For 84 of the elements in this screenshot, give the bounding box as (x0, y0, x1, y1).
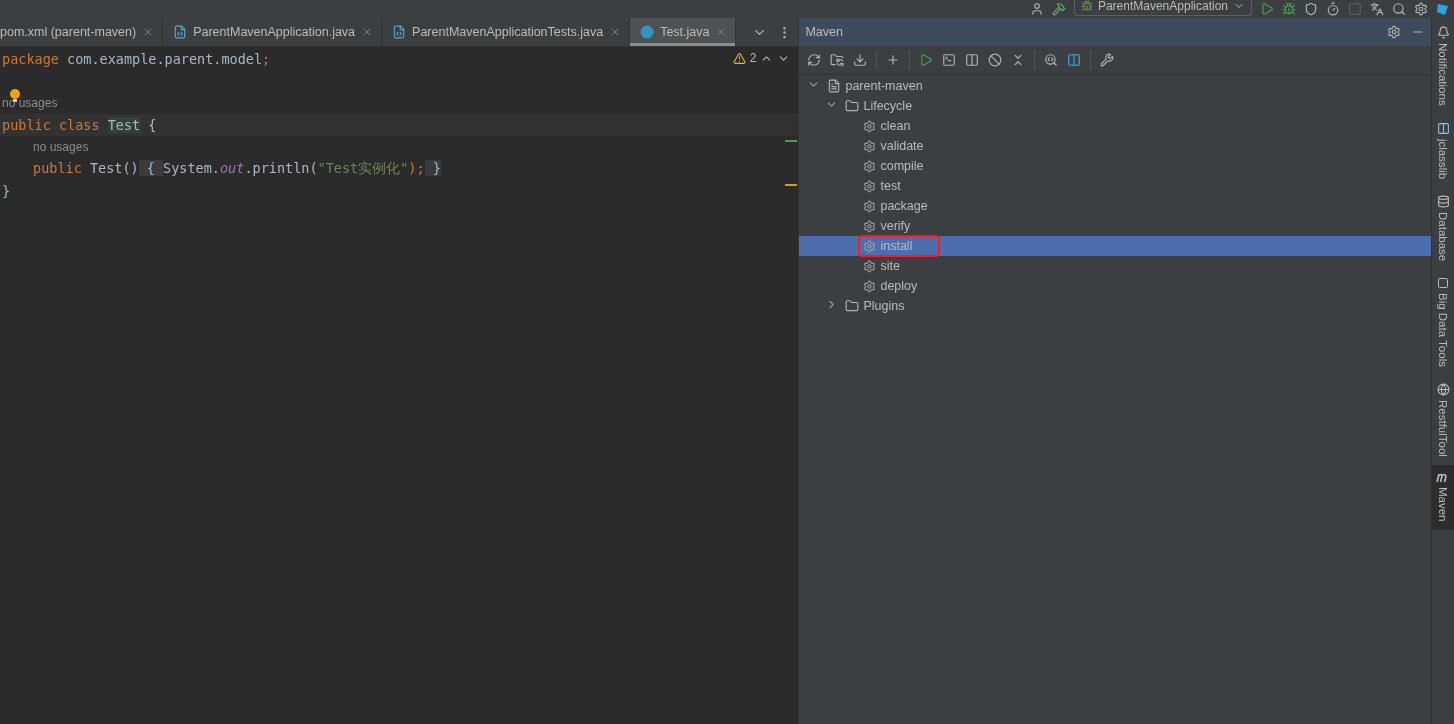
run-icon[interactable] (919, 53, 934, 67)
code-line: public class Test { (2, 117, 157, 133)
java-file-icon (173, 25, 188, 39)
tool-window-button[interactable]: Maven (1432, 465, 1454, 530)
tree-item[interactable]: Lifecycle (799, 96, 1431, 116)
tool-window-button[interactable]: Database (1432, 186, 1454, 270)
tree-item[interactable]: compile (799, 156, 1431, 176)
gear-icon (863, 179, 877, 193)
settings-icon[interactable] (1387, 25, 1401, 39)
warning-count[interactable]: 2 (749, 51, 757, 65)
tree-item[interactable]: clean (799, 116, 1431, 136)
skip-tests-icon[interactable] (988, 53, 1003, 67)
coverage-icon[interactable] (1304, 2, 1318, 16)
tree-label: install (880, 239, 913, 253)
debug-icon[interactable] (1282, 2, 1296, 16)
code-line: } (2, 183, 11, 199)
tree-label: validate (880, 139, 924, 153)
ide-logo-icon[interactable] (1436, 2, 1450, 16)
usage-hint[interactable]: no usages (33, 140, 89, 154)
tool-window-button[interactable]: RestfulTool (1432, 375, 1454, 465)
tree-item[interactable]: test (799, 176, 1431, 196)
download-icon[interactable] (853, 53, 868, 67)
tree-item[interactable]: site (799, 256, 1431, 276)
analyze-icon[interactable] (1044, 53, 1059, 67)
add-icon[interactable] (886, 53, 901, 67)
editor-tab[interactable]: pom.xml (parent-maven) (0, 18, 164, 46)
folder-icon (845, 299, 860, 313)
translate-icon[interactable] (1370, 2, 1384, 16)
code-line: package com.example.parent.model; (2, 51, 271, 67)
folder-icon (845, 99, 860, 113)
panel-title: Maven (805, 25, 844, 39)
square-icon (1437, 277, 1449, 290)
tree-label: clean (880, 119, 911, 133)
tree-label: deploy (880, 279, 918, 293)
user-icon[interactable] (1029, 2, 1044, 16)
tree-label: verify (880, 219, 911, 233)
search-icon[interactable] (1392, 2, 1406, 16)
tree-item[interactable]: parent-maven (799, 76, 1431, 96)
gear-icon (863, 259, 877, 273)
italic-m-icon (1436, 473, 1450, 483)
tree-item[interactable]: verify (799, 216, 1431, 236)
warning-icon (732, 51, 746, 65)
tree-label: Lifecycle (863, 99, 913, 113)
bell-icon (1436, 26, 1450, 39)
gear-icon (863, 279, 877, 293)
tool-window-button[interactable]: jclasslib (1432, 113, 1454, 187)
tree-label: parent-maven (845, 79, 923, 93)
gear-icon (863, 139, 877, 153)
tree-item[interactable]: deploy (799, 276, 1431, 296)
run-configuration-dropdown[interactable]: ParentMavenApplication (1073, 0, 1252, 16)
settings-icon[interactable] (1414, 2, 1428, 16)
class-icon (640, 25, 655, 39)
tree-item[interactable]: package (799, 196, 1431, 216)
tree-item[interactable]: Plugins (799, 296, 1431, 316)
table-icon (1436, 121, 1450, 135)
gear-icon (863, 119, 877, 133)
java-file-icon (392, 25, 407, 39)
tree-label: site (880, 259, 900, 273)
maven-project-icon (827, 79, 842, 93)
editor-tab[interactable]: Test.java (630, 18, 737, 46)
globe-icon (1436, 383, 1450, 397)
tree-label: compile (880, 159, 924, 173)
tool-window-button[interactable]: Notifications (1432, 18, 1454, 114)
code-line: public Test() { System.out.println("Test实例化"); } (33, 160, 441, 178)
profile-icon[interactable] (1326, 2, 1340, 16)
change-marker (785, 140, 798, 142)
warning-marker (785, 184, 798, 186)
tool-window-button[interactable]: Big Data Tools (1432, 269, 1454, 376)
run-icon[interactable] (1260, 2, 1274, 16)
gear-icon (863, 199, 877, 213)
database-icon (1436, 194, 1450, 208)
gear-icon (863, 219, 877, 233)
editor-tab[interactable]: ParentMavenApplication.java (163, 18, 383, 46)
tree-label: package (880, 199, 928, 213)
tree-label: test (880, 179, 901, 193)
reload-icon[interactable] (807, 53, 822, 67)
gear-icon (863, 239, 877, 253)
tree-item[interactable]: validate (799, 136, 1431, 156)
wrench-icon[interactable] (1100, 53, 1115, 67)
terminal-icon[interactable] (942, 53, 957, 67)
gear-icon (863, 159, 877, 173)
tree-label: Plugins (863, 299, 905, 313)
build-hammer-icon[interactable] (1051, 2, 1066, 16)
folder-sync-icon[interactable] (830, 53, 845, 67)
